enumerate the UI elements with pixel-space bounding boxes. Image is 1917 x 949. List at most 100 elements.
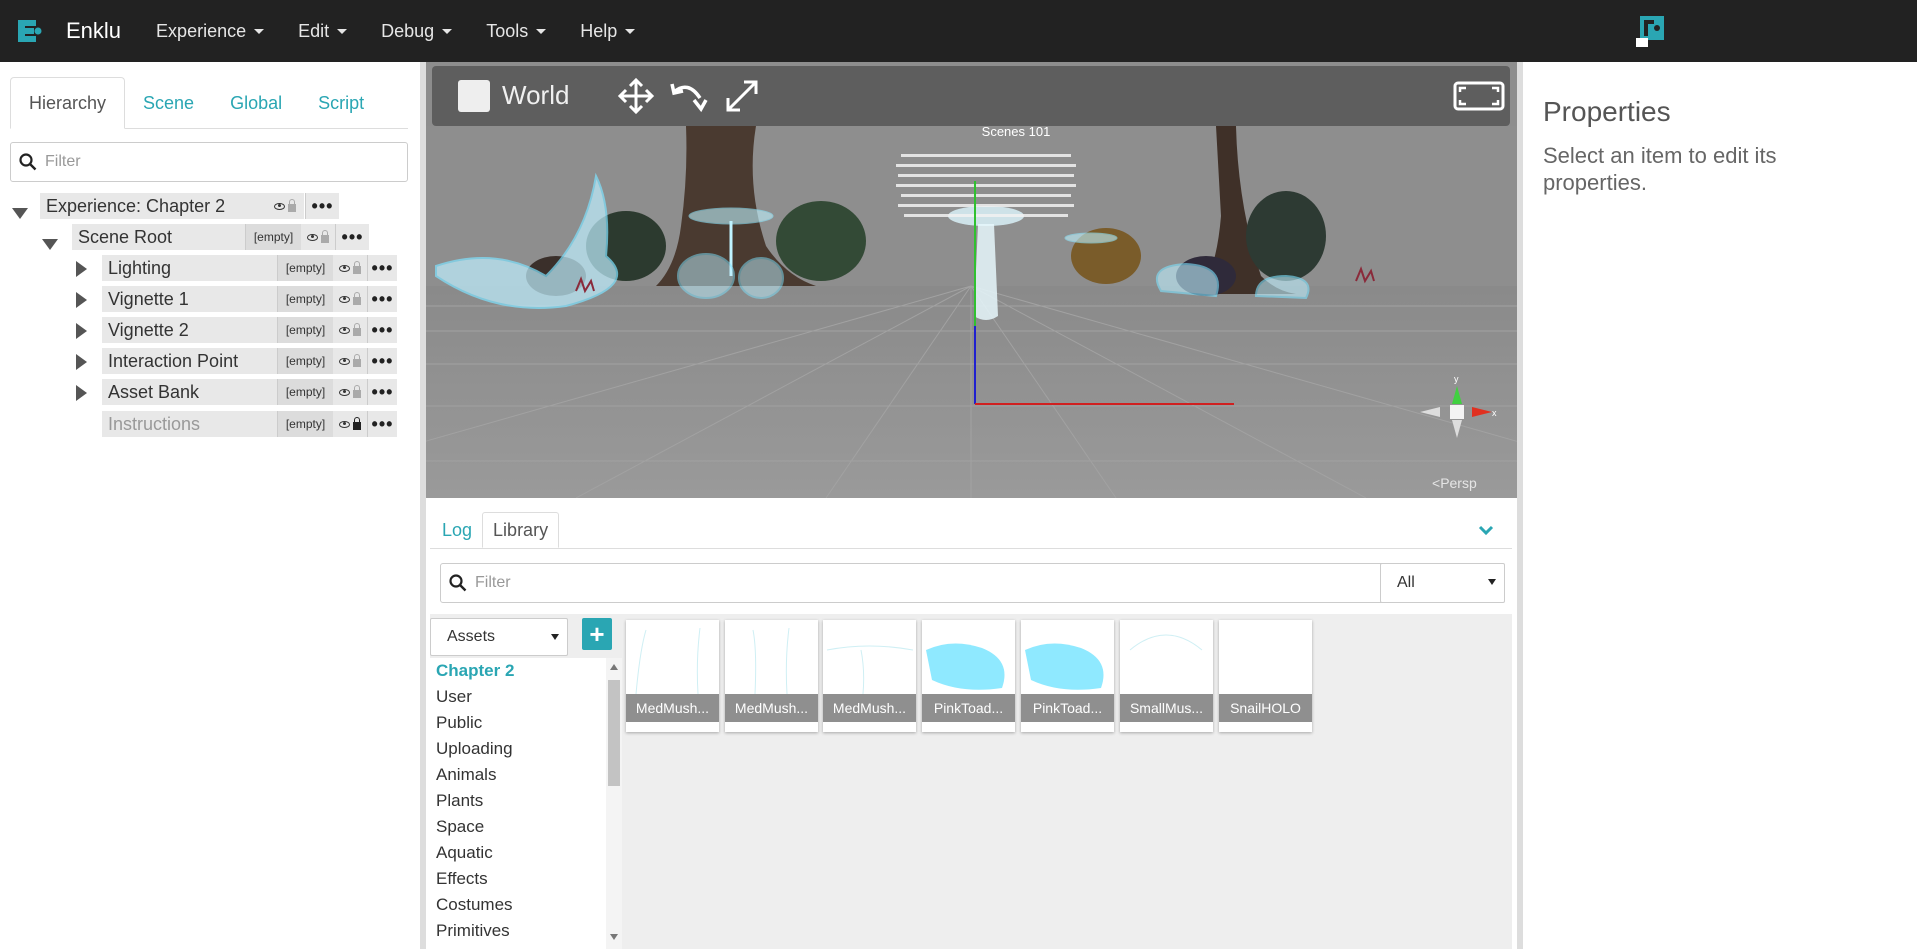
tab-library[interactable]: Library — [482, 512, 560, 548]
node-interaction-point[interactable]: Interaction Point — [102, 348, 277, 374]
collapse-arrow-icon[interactable] — [12, 207, 28, 219]
user-avatar-icon[interactable] — [1636, 14, 1666, 47]
caret-down-icon — [442, 28, 453, 34]
node-interaction-point-more-button[interactable]: ••• — [367, 348, 397, 374]
scroll-down-icon[interactable] — [610, 934, 618, 940]
rotate-tool-icon[interactable] — [668, 76, 708, 116]
lock-icon[interactable] — [353, 353, 361, 367]
world-space-checkbox[interactable] — [458, 80, 490, 112]
node-instructions-more-button[interactable]: ••• — [367, 411, 397, 437]
node-asset-bank-more-button[interactable]: ••• — [367, 379, 397, 405]
scroll-up-icon[interactable] — [610, 664, 618, 670]
node-interaction-point-toggles — [333, 348, 367, 374]
menu-help[interactable]: Help — [563, 0, 652, 62]
expand-arrow-icon[interactable] — [76, 292, 87, 308]
lock-icon[interactable] — [353, 322, 361, 336]
asset-card[interactable]: SmallMus... — [1120, 620, 1213, 732]
node-asset-bank[interactable]: Asset Bank — [102, 379, 277, 405]
folder-item[interactable]: Public — [430, 710, 606, 736]
folder-item[interactable]: Uploading — [430, 736, 606, 762]
node-instructions[interactable]: Instructions — [102, 411, 277, 437]
visibility-eye-icon[interactable] — [307, 233, 318, 241]
tab-script[interactable]: Script — [300, 77, 382, 129]
tab-scene[interactable]: Scene — [125, 77, 212, 129]
visibility-eye-icon[interactable] — [339, 264, 350, 272]
node-lighting[interactable]: Lighting — [102, 255, 277, 281]
menu-tools[interactable]: Tools — [469, 0, 563, 62]
node-vignette-1-more-button[interactable]: ••• — [367, 286, 397, 312]
node-experience[interactable]: Experience: Chapter 2 — [40, 193, 266, 219]
visibility-eye-icon[interactable] — [339, 388, 350, 396]
lock-icon[interactable] — [288, 198, 296, 212]
lock-icon[interactable] — [353, 416, 361, 430]
node-lighting-more-button[interactable]: ••• — [367, 255, 397, 281]
add-asset-button[interactable]: + — [582, 618, 612, 650]
visibility-eye-icon[interactable] — [339, 357, 350, 365]
properties-panel: Properties Select an item to edit its pr… — [1523, 62, 1917, 949]
node-scene-root-more-button[interactable]: ••• — [335, 224, 369, 250]
folder-item[interactable]: Animals — [430, 762, 606, 788]
visibility-eye-icon[interactable] — [274, 202, 285, 210]
expand-arrow-icon[interactable] — [76, 261, 87, 277]
scene-viewport[interactable]: Scenes 101 World y x <Persp — [426, 62, 1517, 498]
asset-card[interactable]: MedMush... — [626, 620, 719, 732]
scene-render — [426, 126, 1517, 498]
node-vignette-2-more-button[interactable]: ••• — [367, 317, 397, 343]
visibility-eye-icon[interactable] — [339, 420, 350, 428]
node-scene-root[interactable]: Scene Root — [72, 224, 246, 250]
folder-scrollbar[interactable] — [606, 658, 622, 949]
type-filter-select[interactable]: All — [1380, 563, 1505, 603]
folder-item[interactable]: Plants — [430, 788, 606, 814]
enklu-logo-icon[interactable] — [14, 16, 44, 46]
menu-edit[interactable]: Edit — [281, 0, 364, 62]
visibility-eye-icon[interactable] — [339, 295, 350, 303]
hierarchy-filter — [10, 142, 408, 182]
asset-source-select[interactable]: Assets — [430, 618, 568, 656]
hierarchy-filter-input[interactable] — [45, 153, 395, 171]
visibility-eye-icon[interactable] — [339, 326, 350, 334]
asset-card[interactable]: PinkToad... — [922, 620, 1015, 732]
folder-item[interactable]: Aquatic — [430, 840, 606, 866]
lock-icon[interactable] — [353, 260, 361, 274]
brand-name[interactable]: Enklu — [66, 18, 121, 44]
caret-down-icon — [254, 28, 265, 34]
scroll-thumb[interactable] — [608, 680, 620, 786]
tab-hierarchy[interactable]: Hierarchy — [10, 77, 126, 129]
node-vignette-2[interactable]: Vignette 2 — [102, 317, 277, 343]
orientation-gizmo-icon[interactable]: y x — [1416, 372, 1498, 452]
asset-card[interactable]: MedMush... — [725, 620, 818, 732]
asset-thumbnail — [826, 645, 914, 694]
tab-log[interactable]: Log — [432, 512, 482, 548]
node-vignette-1[interactable]: Vignette 1 — [102, 286, 277, 312]
folder-item[interactable]: Space — [430, 814, 606, 840]
collapse-arrow-icon[interactable] — [42, 238, 58, 250]
expand-arrow-icon[interactable] — [76, 385, 87, 401]
expand-arrow-icon[interactable] — [76, 323, 87, 339]
folder-item[interactable]: User — [430, 684, 606, 710]
lock-icon[interactable] — [353, 291, 361, 305]
folder-item[interactable]: Effects — [430, 866, 606, 892]
library-filter — [440, 563, 1386, 603]
asset-card[interactable]: MedMush... — [823, 620, 916, 732]
folder-item[interactable]: Costumes — [430, 892, 606, 918]
camera-mode-label[interactable]: <Persp — [1432, 475, 1477, 491]
folder-item[interactable]: Chapter 2 — [430, 658, 606, 684]
asset-card[interactable]: SnailHOLO — [1219, 620, 1312, 732]
node-experience-more-button[interactable]: ••• — [305, 193, 339, 219]
library-filter-input[interactable] — [475, 574, 1355, 592]
node-lighting-toggles — [333, 255, 367, 281]
tab-divider — [430, 548, 1512, 549]
folder-item[interactable]: Primitives — [430, 918, 606, 944]
tab-global[interactable]: Global — [212, 77, 300, 129]
asset-card[interactable]: PinkToad... — [1021, 620, 1114, 732]
scale-tool-icon[interactable] — [722, 76, 762, 116]
move-tool-icon[interactable] — [616, 76, 656, 116]
fullscreen-icon[interactable] — [1452, 76, 1506, 116]
lock-icon[interactable] — [321, 229, 329, 243]
lock-icon[interactable] — [353, 384, 361, 398]
chevron-down-icon[interactable] — [1478, 522, 1494, 538]
caret-down-icon — [625, 28, 636, 34]
menu-debug[interactable]: Debug — [364, 0, 469, 62]
expand-arrow-icon[interactable] — [76, 354, 87, 370]
menu-experience[interactable]: Experience — [139, 0, 281, 62]
